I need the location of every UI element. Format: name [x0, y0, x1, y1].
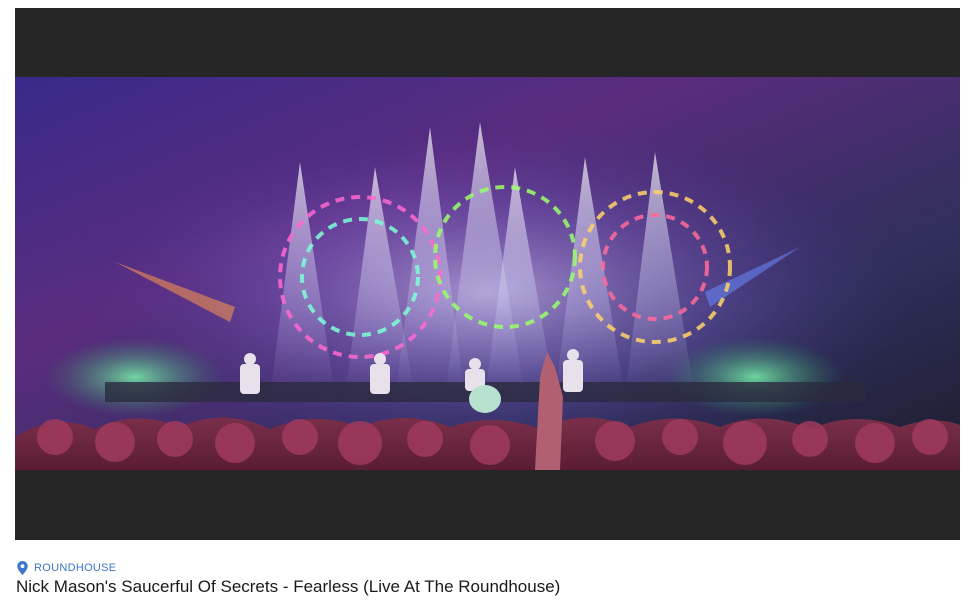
map-pin-icon: [17, 561, 28, 575]
location-label: ROUNDHOUSE: [34, 562, 117, 574]
location-link[interactable]: ROUNDHOUSE: [17, 561, 116, 575]
video-player[interactable]: [15, 8, 960, 540]
video-frame[interactable]: [15, 77, 960, 470]
video-title[interactable]: Nick Mason's Saucerful Of Secrets - Fear…: [16, 577, 560, 597]
concert-stage-image: [15, 77, 960, 470]
video-letterbox-bottom: [15, 470, 960, 540]
video-letterbox-top: [15, 8, 960, 77]
